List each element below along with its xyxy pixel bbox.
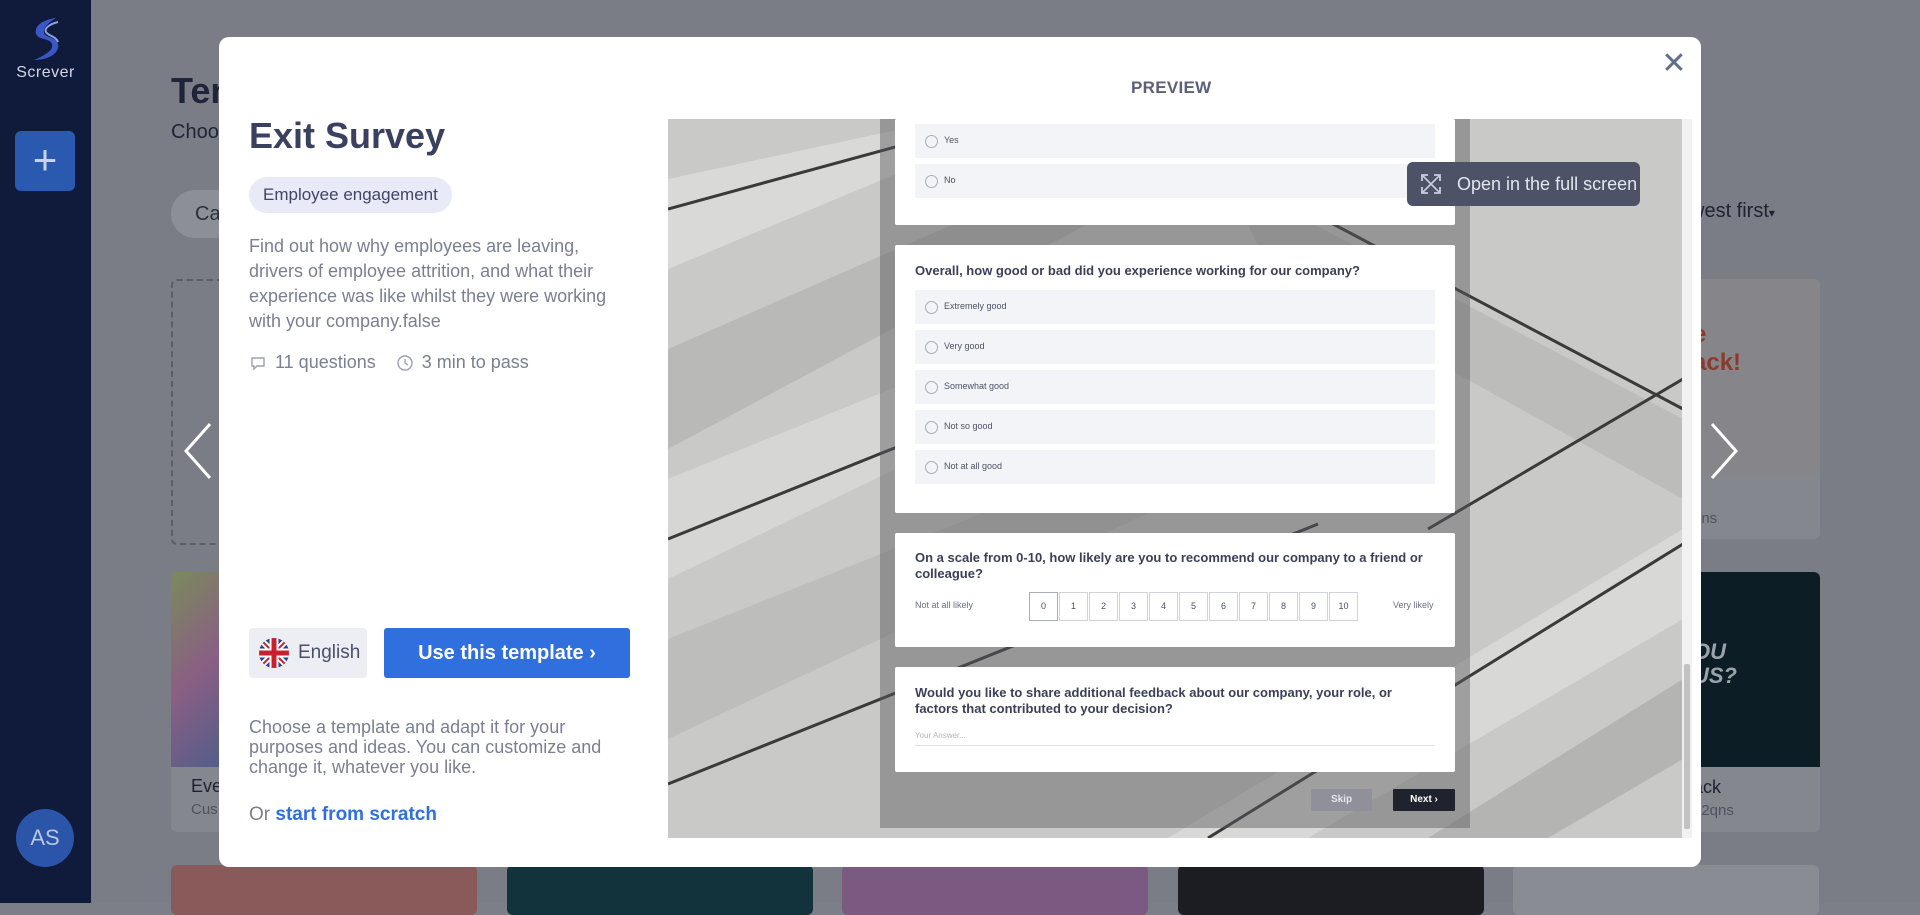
template-card[interactable] — [1178, 865, 1484, 915]
use-template-button[interactable]: Use this template › — [384, 628, 630, 678]
answer-option[interactable]: Extremely good — [915, 290, 1435, 324]
radio-icon — [925, 135, 938, 148]
sort-label: west first — [1690, 200, 1769, 222]
scrollbar-thumb[interactable] — [1684, 664, 1690, 829]
answer-option-label: Somewhat good — [944, 381, 1010, 391]
template-description: Find out how why employees are leaving, … — [249, 236, 607, 331]
template-card[interactable] — [1513, 865, 1819, 915]
template-card-meta: Cus — [191, 801, 218, 818]
app-name: Screver — [16, 64, 75, 81]
answer-option[interactable]: No — [915, 164, 1435, 198]
question-title: On a scale from 0-10, how likely are you… — [915, 550, 1423, 581]
question-card: Overall, how good or bad did you experie… — [895, 245, 1455, 513]
answer-option[interactable]: Not at all good — [915, 450, 1435, 484]
questions-count: 11 questions — [275, 352, 376, 372]
scale-option[interactable]: 0 — [1029, 592, 1058, 621]
template-title: Exit Survey — [249, 115, 446, 156]
answer-option-label: Extremely good — [944, 301, 1007, 311]
next-button[interactable]: Next › — [1393, 789, 1455, 811]
template-card-title: Eve — [191, 776, 223, 796]
help-text: Choose a template and adapt it for your … — [249, 717, 602, 777]
scale-option[interactable]: 9 — [1299, 592, 1328, 621]
or-text: Or — [249, 804, 271, 825]
language-selector[interactable]: English — [249, 628, 367, 678]
radio-icon — [925, 461, 938, 474]
open-full-screen-label: Open in the full screen — [1457, 174, 1638, 194]
clock-icon — [397, 354, 413, 371]
answer-text-field[interactable]: Your Answer... — [915, 731, 1435, 746]
answer-option-label: No — [944, 175, 956, 185]
sidebar: Screver + AS — [0, 0, 91, 903]
expand-icon — [1421, 174, 1441, 194]
start-from-scratch-link[interactable]: start from scratch — [275, 804, 437, 825]
page-subtitle: Choo — [171, 121, 219, 143]
scale-option[interactable]: 7 — [1239, 592, 1268, 621]
question-card: On a scale from 0-10, how likely are you… — [895, 533, 1455, 647]
speech-bubble-icon — [251, 356, 265, 371]
template-category-tag: Employee engagement — [249, 177, 452, 213]
app-logo[interactable]: Screver — [0, 16, 91, 82]
open-full-screen-button[interactable]: Open in the full screen — [1407, 162, 1640, 206]
scale-max-label: Very likely — [1393, 600, 1434, 610]
answer-option[interactable]: Yes — [915, 124, 1435, 158]
scale-option[interactable]: 1 — [1059, 592, 1088, 621]
scale-option[interactable]: 10 — [1329, 592, 1358, 621]
answer-option[interactable]: Very good — [915, 330, 1435, 364]
scale-option[interactable]: 8 — [1269, 592, 1298, 621]
question-title: Would you like to share additional feedb… — [915, 685, 1392, 716]
skip-button[interactable]: Skip — [1311, 789, 1372, 811]
screver-logo-icon — [33, 18, 59, 60]
scale-option[interactable]: 6 — [1209, 592, 1238, 621]
uk-flag-icon — [259, 638, 289, 668]
scale-option[interactable]: 5 — [1179, 592, 1208, 621]
template-stats: 11 questions 3 min to pass — [249, 352, 529, 373]
nps-scale: 0 1 2 3 4 5 6 7 8 9 10 — [1029, 592, 1359, 621]
language-label: English — [298, 642, 361, 663]
sort-dropdown[interactable]: west first▾ — [1690, 200, 1775, 223]
preview-scrollbar[interactable] — [1682, 119, 1692, 838]
chevron-down-icon: ▾ — [1768, 206, 1775, 220]
template-card[interactable] — [171, 865, 477, 915]
previous-template-arrow-icon[interactable] — [180, 422, 216, 480]
radio-icon — [925, 341, 938, 354]
preview-heading: PREVIEW — [1131, 78, 1212, 97]
radio-icon — [925, 301, 938, 314]
answer-option-label: Not at all good — [944, 461, 1003, 471]
answer-option[interactable]: Not so good — [915, 410, 1435, 444]
question-title: Overall, how good or bad did you experie… — [915, 263, 1360, 278]
scale-option[interactable]: 3 — [1119, 592, 1148, 621]
question-card: Would you like to share additional feedb… — [895, 667, 1455, 772]
scale-min-label: Not at all likely — [915, 600, 974, 610]
start-from-scratch-row: Or start from scratch — [249, 804, 437, 826]
scale-option[interactable]: 4 — [1149, 592, 1178, 621]
template-card[interactable] — [842, 865, 1148, 915]
answer-option-label: Not so good — [944, 421, 993, 431]
create-survey-button[interactable]: + — [15, 131, 75, 191]
radio-icon — [925, 421, 938, 434]
radio-icon — [925, 381, 938, 394]
duration: 3 min to pass — [421, 352, 529, 372]
close-icon[interactable]: ✕ — [1660, 49, 1688, 79]
question-card: Yes No — [895, 119, 1455, 225]
answer-option-label: Very good — [944, 341, 985, 351]
template-card[interactable] — [507, 865, 813, 915]
scale-option[interactable]: 2 — [1089, 592, 1118, 621]
answer-option-label: Yes — [944, 135, 959, 145]
radio-icon — [925, 175, 938, 188]
answer-option[interactable]: Somewhat good — [915, 370, 1435, 404]
next-template-arrow-icon[interactable] — [1706, 422, 1742, 480]
user-avatar[interactable]: AS — [16, 809, 74, 867]
